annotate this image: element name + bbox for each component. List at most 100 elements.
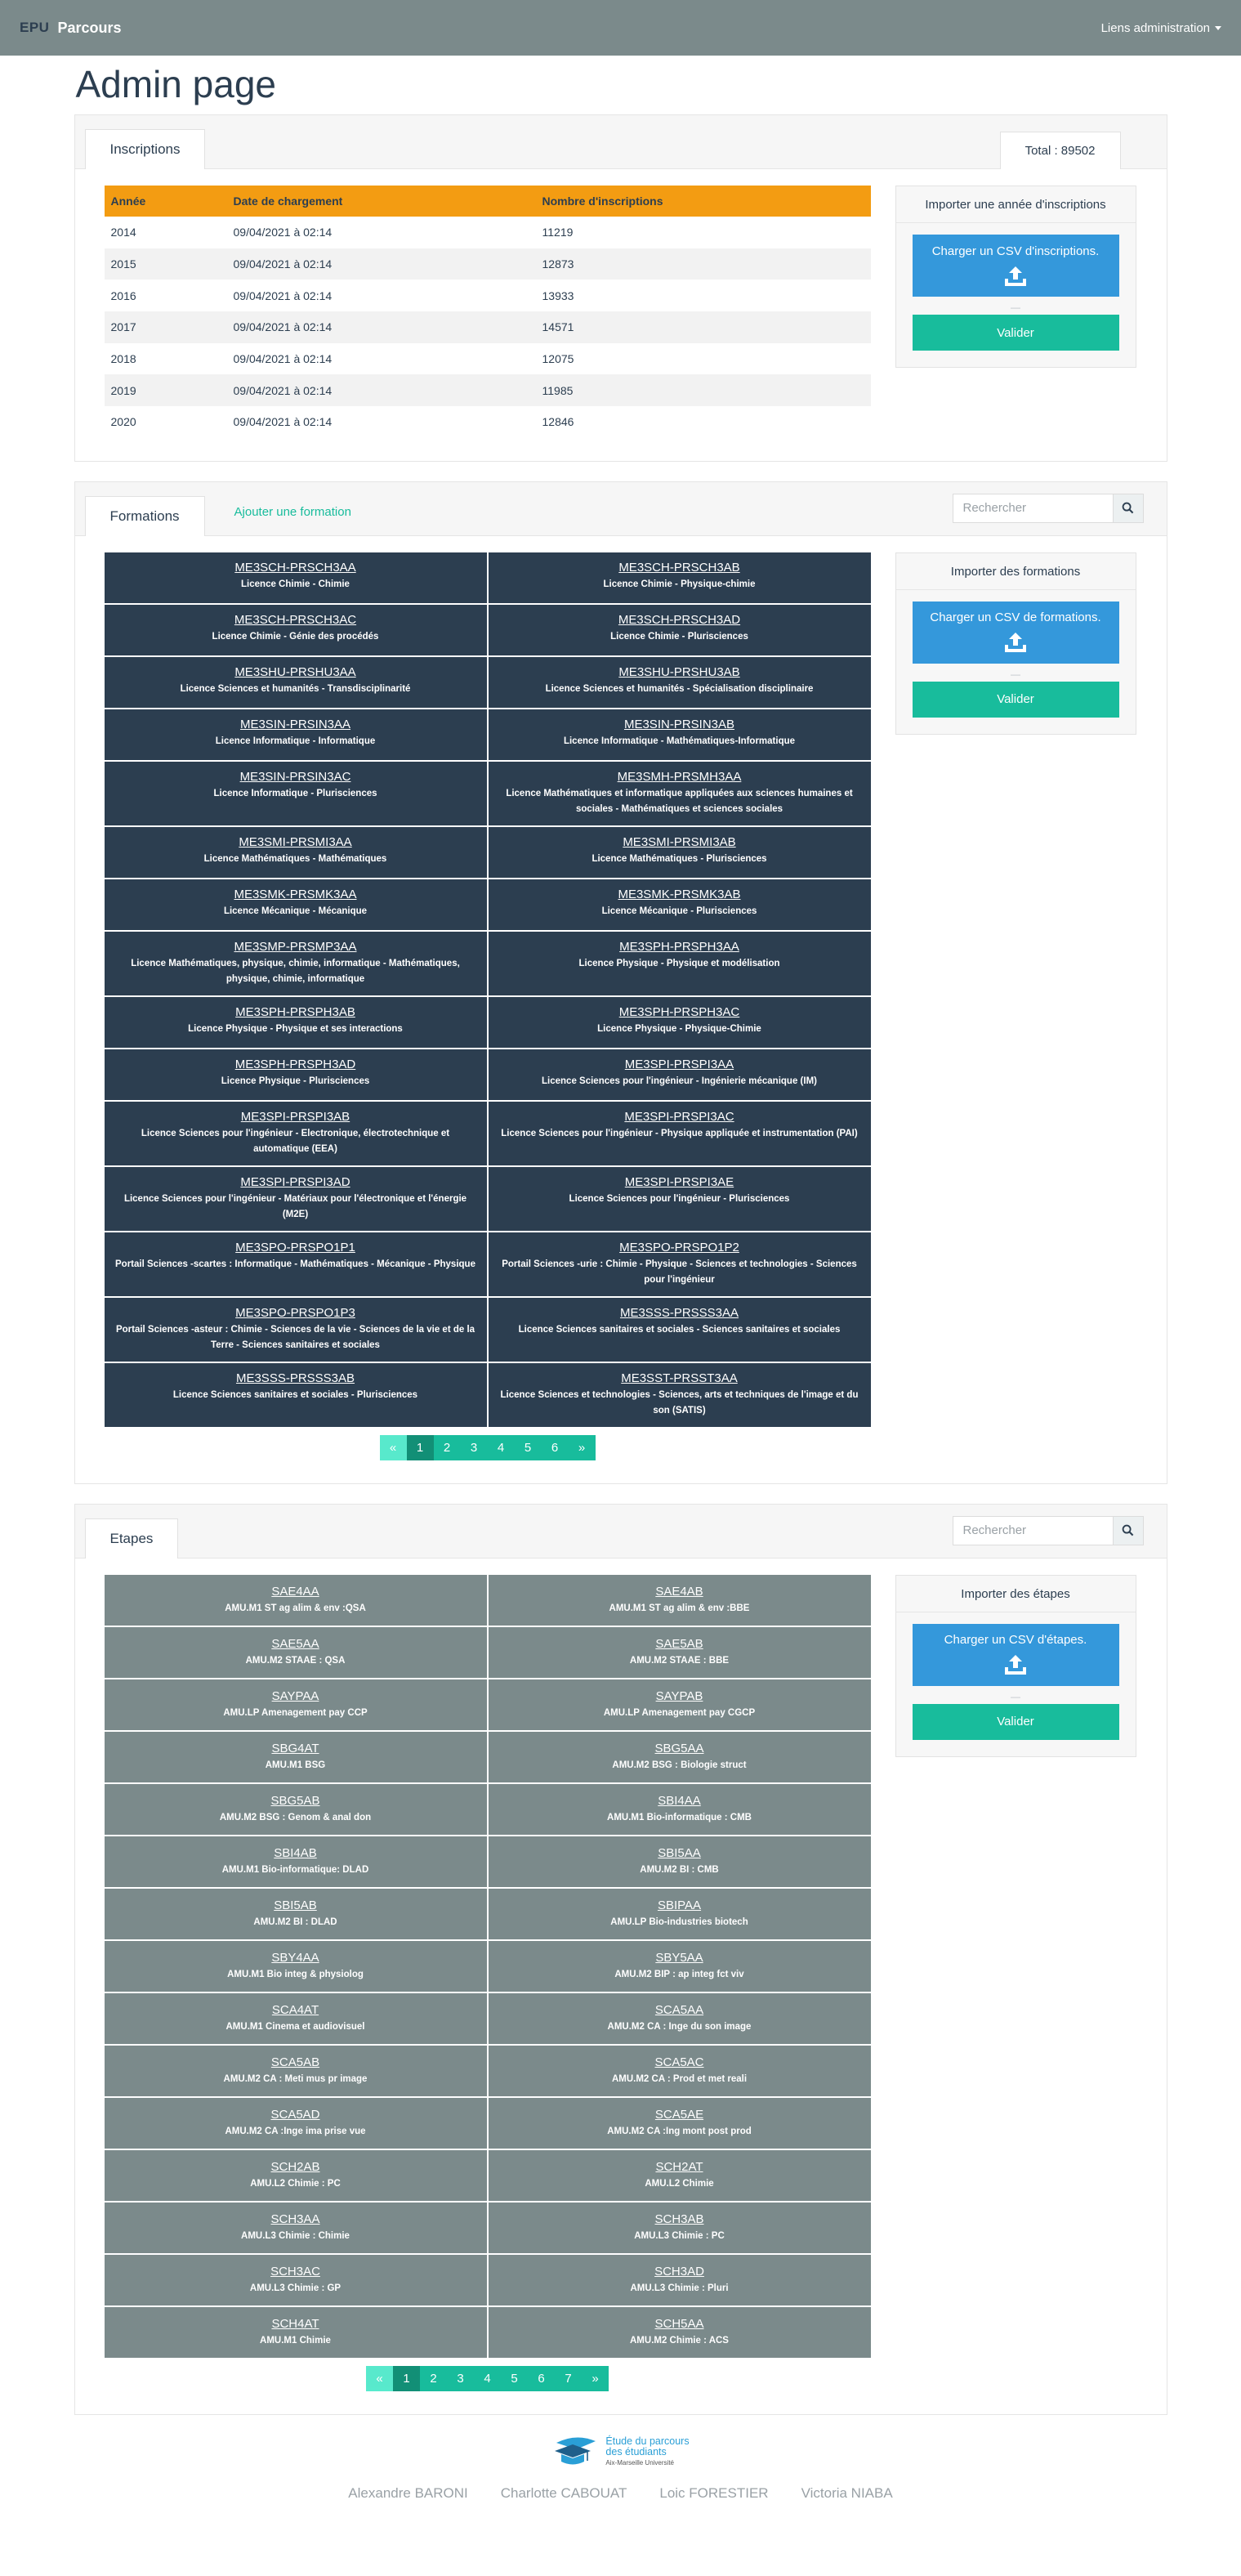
etape-item-code[interactable]: SCA5AE	[498, 2108, 861, 2122]
etape-item[interactable]: SCH2AT AMU.L2 Chimie	[488, 2149, 871, 2201]
etape-item-code[interactable]: SBG5AA	[498, 1742, 861, 1755]
tab-etapes[interactable]: Etapes	[84, 1518, 179, 1559]
formation-item-code[interactable]: ME3SMH-PRSMH3AA	[498, 770, 861, 784]
etape-item[interactable]: SCH3AB AMU.L3 Chimie : PC	[488, 2202, 871, 2253]
formation-item[interactable]: ME3SPI-PRSPI3AD Licence Sciences pour l'i…	[104, 1166, 487, 1231]
etape-item-code[interactable]: SAE5AA	[114, 1637, 477, 1651]
page-button[interactable]: 6	[528, 2365, 555, 2391]
page-button[interactable]: 5	[501, 2365, 528, 2391]
formation-item-code[interactable]: ME3SHU-PRSHU3AB	[498, 665, 861, 679]
brand-short[interactable]: EPU	[20, 20, 49, 36]
formation-item[interactable]: ME3SMK-PRSMK3AA Licence Mécanique - Mécan…	[104, 879, 487, 930]
formations-search-button[interactable]	[1112, 493, 1144, 523]
formation-item-code[interactable]: ME3SSS-PRSSS3AA	[498, 1306, 861, 1320]
etape-item-code[interactable]: SBY4AA	[114, 1951, 477, 1965]
page-button[interactable]: 1	[393, 2365, 420, 2391]
formation-item[interactable]: ME3SSS-PRSSS3AA Licence Sciences sanitair…	[488, 1297, 871, 1362]
etape-item-code[interactable]: SBI4AA	[498, 1794, 861, 1808]
page-button[interactable]: 7	[555, 2365, 582, 2391]
formations-search-input[interactable]	[952, 493, 1113, 523]
etape-item[interactable]: SBIPAA AMU.LP Bio-industries biotech	[488, 1888, 871, 1939]
etape-item[interactable]: SCA5AC AMU.M2 CA : Prod et met reali	[488, 2045, 871, 2096]
etape-item-code[interactable]: SBI5AB	[114, 1898, 477, 1912]
formation-item-code[interactable]: ME3SIN-PRSIN3AA	[114, 718, 477, 731]
etape-item[interactable]: SCA5AE AMU.M2 CA :Ing mont post prod	[488, 2097, 871, 2149]
etape-item-code[interactable]: SBI5AA	[498, 1846, 861, 1860]
validate-inscriptions-button[interactable]: Valider	[912, 315, 1119, 351]
formation-item[interactable]: ME3SPO-PRSPO1P1 Portail Sciences -scartes…	[104, 1232, 487, 1296]
formation-item[interactable]: ME3SPI-PRSPI3AC Licence Sciences pour l'i…	[488, 1101, 871, 1165]
formation-item[interactable]: ME3SHU-PRSHU3AA Licence Sciences et human…	[104, 656, 487, 708]
page-button[interactable]: 5	[514, 1434, 542, 1460]
formation-item[interactable]: ME3SPI-PRSPI3AE Licence Sciences pour l'i…	[488, 1166, 871, 1231]
formation-item[interactable]: ME3SHU-PRSHU3AB Licence Sciences et human…	[488, 656, 871, 708]
validate-etapes-button[interactable]: Valider	[912, 1703, 1119, 1740]
page-prev-button[interactable]: «	[366, 2365, 393, 2391]
etape-item[interactable]: SBY4AA AMU.M1 Bio integ & physiolog	[104, 1940, 487, 1992]
formation-item-code[interactable]: ME3SSS-PRSSS3AB	[114, 1371, 477, 1385]
etape-item[interactable]: SCA5AA AMU.M2 CA : Inge du son image	[488, 1992, 871, 2044]
upload-formations-button[interactable]: Charger un CSV de formations.	[912, 601, 1119, 664]
etape-item[interactable]: SAE4AA AMU.M1 ST ag alim & env :QSA	[104, 1574, 487, 1626]
etape-item[interactable]: SCA5AB AMU.M2 CA : Meti mus pr image	[104, 2045, 487, 2096]
page-button[interactable]: 3	[460, 1434, 488, 1460]
formation-item-code[interactable]: ME3SHU-PRSHU3AA	[114, 665, 477, 679]
formation-item[interactable]: ME3SPI-PRSPI3AA Licence Sciences pour l'i…	[488, 1049, 871, 1100]
etape-item[interactable]: SAYPAA AMU.LP Amenagement pay CCP	[104, 1679, 487, 1730]
etape-item-code[interactable]: SCA5AC	[498, 2055, 861, 2069]
etape-item[interactable]: SBI4AA AMU.M1 Bio-informatique : CMB	[488, 1783, 871, 1835]
formation-item[interactable]: ME3SPO-PRSPO1P3 Portail Sciences -asteur …	[104, 1297, 487, 1362]
brand-name[interactable]: Parcours	[57, 20, 121, 37]
formation-item[interactable]: ME3SCH-PRSCH3AD Licence Chimie - Plurisci…	[488, 604, 871, 655]
etape-item[interactable]: SAYPAB AMU.LP Amenagement pay CGCP	[488, 1679, 871, 1730]
admin-links-label[interactable]: Liens administration	[1101, 21, 1210, 35]
formation-item-code[interactable]: ME3SPI-PRSPI3AC	[498, 1110, 861, 1124]
etape-item[interactable]: SAE5AA AMU.M2 STAAE : QSA	[104, 1626, 487, 1678]
formation-item-code[interactable]: ME3SPH-PRSPH3AD	[114, 1058, 477, 1071]
etape-item[interactable]: SBI5AB AMU.M2 BI : DLAD	[104, 1888, 487, 1939]
etape-item-code[interactable]: SCH3AD	[498, 2265, 861, 2279]
formation-item-code[interactable]: ME3SMK-PRSMK3AA	[114, 888, 477, 901]
formation-item[interactable]: ME3SPH-PRSPH3AB Licence Physique - Physiq…	[104, 996, 487, 1048]
etapes-search-input[interactable]	[952, 1515, 1113, 1545]
brand[interactable]: EPU Parcours	[20, 20, 122, 37]
formation-item-code[interactable]: ME3SPI-PRSPI3AE	[498, 1175, 861, 1189]
etape-item[interactable]: SBG4AT AMU.M1 BSG	[104, 1731, 487, 1782]
formation-item[interactable]: ME3SCH-PRSCH3AB Licence Chimie - Physique…	[488, 552, 871, 603]
formation-item-code[interactable]: ME3SMI-PRSMI3AA	[114, 835, 477, 849]
upload-inscriptions-button[interactable]: Charger un CSV d'inscriptions.	[912, 235, 1119, 297]
formation-item-code[interactable]: ME3SPH-PRSPH3AA	[498, 940, 861, 954]
etape-item[interactable]: SBG5AB AMU.M2 BSG : Genom & anal don	[104, 1783, 487, 1835]
etape-item-code[interactable]: SBG4AT	[114, 1742, 477, 1755]
page-button[interactable]: 6	[541, 1434, 569, 1460]
formation-item-code[interactable]: ME3SCH-PRSCH3AA	[114, 561, 477, 575]
etape-item-code[interactable]: SAE4AB	[498, 1585, 861, 1599]
formation-item[interactable]: ME3SIN-PRSIN3AC Licence Informatique - Pl…	[104, 761, 487, 825]
formation-item-code[interactable]: ME3SIN-PRSIN3AC	[114, 770, 477, 784]
etape-item-code[interactable]: SCH4AT	[114, 2317, 477, 2331]
etape-item-code[interactable]: SBIPAA	[498, 1898, 861, 1912]
formation-item[interactable]: ME3SMH-PRSMH3AA Licence Mathématiques et …	[488, 761, 871, 825]
formation-item-code[interactable]: ME3SMK-PRSMK3AB	[498, 888, 861, 901]
etape-item-code[interactable]: SAYPAA	[114, 1689, 477, 1703]
page-next-button[interactable]: »	[582, 2365, 609, 2391]
etape-item[interactable]: SCH3AD AMU.L3 Chimie : Pluri	[488, 2254, 871, 2305]
formation-item-code[interactable]: ME3SPO-PRSPO1P1	[114, 1241, 477, 1254]
formation-item[interactable]: ME3SIN-PRSIN3AA Licence Informatique - In…	[104, 709, 487, 760]
formation-item[interactable]: ME3SMK-PRSMK3AB Licence Mécanique - Pluri…	[488, 879, 871, 930]
formation-item-code[interactable]: ME3SPI-PRSPI3AB	[114, 1110, 477, 1124]
formation-item-code[interactable]: ME3SIN-PRSIN3AB	[498, 718, 861, 731]
formation-item[interactable]: ME3SPI-PRSPI3AB Licence Sciences pour l'i…	[104, 1101, 487, 1165]
formation-item[interactable]: ME3SCH-PRSCH3AA Licence Chimie - Chimie	[104, 552, 487, 603]
etape-item[interactable]: SCH3AA AMU.L3 Chimie : Chimie	[104, 2202, 487, 2253]
formation-item-code[interactable]: ME3SMP-PRSMP3AA	[114, 940, 477, 954]
formation-item-code[interactable]: ME3SST-PRSST3AA	[498, 1371, 861, 1385]
etape-item[interactable]: SCH3AC AMU.L3 Chimie : GP	[104, 2254, 487, 2305]
etape-item-code[interactable]: SCH2AT	[498, 2160, 861, 2174]
formation-item-code[interactable]: ME3SCH-PRSCH3AC	[114, 613, 477, 627]
etape-item-code[interactable]: SCH3AA	[114, 2212, 477, 2226]
formation-item[interactable]: ME3SCH-PRSCH3AC Licence Chimie - Génie de…	[104, 604, 487, 655]
etape-item[interactable]: SCH2AB AMU.L2 Chimie : PC	[104, 2149, 487, 2201]
page-button[interactable]: 2	[433, 1434, 461, 1460]
page-next-button[interactable]: »	[568, 1434, 596, 1460]
